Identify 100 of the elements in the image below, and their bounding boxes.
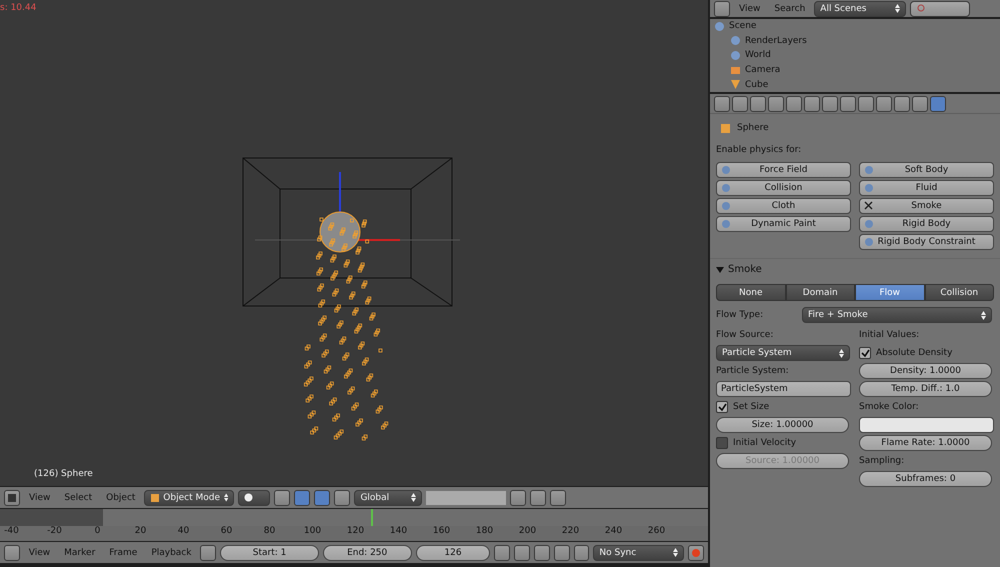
checkbox-label: Absolute Density (876, 347, 952, 360)
physics-button[interactable]: Fluid (859, 180, 994, 196)
mesh-icon (730, 79, 741, 90)
start-frame-field[interactable]: Start: 1 (220, 544, 319, 560)
search-icon (916, 4, 926, 13)
editor-type-button[interactable] (714, 0, 730, 16)
context-tab[interactable] (876, 96, 892, 112)
editor-type-button[interactable] (4, 490, 20, 506)
menu-item[interactable]: View (734, 4, 766, 14)
jump-start-button[interactable] (494, 544, 510, 560)
checkbox-label: Initial Velocity (733, 437, 796, 450)
checkbox-label: Set Size (733, 401, 770, 414)
pause-button[interactable] (534, 544, 550, 560)
scene-filter-dropdown[interactable]: All Scenes (814, 0, 906, 16)
mode-dropdown[interactable]: Object Mode (144, 490, 234, 506)
context-tab[interactable] (840, 96, 856, 112)
record-button[interactable] (688, 544, 704, 560)
field-label: Particle System: (716, 365, 790, 378)
snap-button[interactable] (530, 490, 546, 506)
menu-item[interactable]: View (24, 548, 56, 558)
sync-dropdown[interactable]: No Sync (593, 544, 684, 560)
ruler-tick: 0 (94, 526, 102, 538)
tree-item[interactable]: World (745, 50, 771, 60)
context-tab[interactable] (732, 96, 748, 112)
cube-icon (150, 492, 160, 502)
editor-type-button[interactable] (714, 96, 730, 112)
particle-system-field[interactable]: ParticleSystem (716, 381, 851, 397)
menu-item[interactable]: Select (59, 492, 98, 502)
forward-button[interactable] (554, 544, 570, 560)
menu-item[interactable]: Frame (104, 548, 142, 558)
tree-item[interactable]: Camera (745, 65, 780, 76)
context-tab[interactable] (804, 96, 820, 112)
updown-arrows-icon (411, 493, 416, 502)
ruler-tick: 160 (432, 526, 452, 538)
context-tab[interactable] (912, 96, 928, 112)
translate-button[interactable] (314, 490, 330, 506)
smoke-type-tab[interactable]: Flow (855, 284, 924, 301)
physics-button[interactable]: Soft Body (859, 162, 994, 178)
color-swatch[interactable] (859, 417, 994, 433)
ruler-tick: 80 (262, 526, 276, 538)
context-tab[interactable] (930, 96, 946, 112)
rewind-button[interactable] (514, 544, 530, 560)
close-icon (864, 201, 873, 210)
physics-button[interactable]: Force Field (716, 162, 851, 178)
smoke-type-tab[interactable]: Collision (924, 284, 994, 301)
number-field[interactable]: Temp. Diff.: 1.0 (859, 381, 992, 397)
smoke-type-tab[interactable]: Domain (786, 284, 855, 301)
context-tab[interactable] (858, 96, 874, 112)
menu-item[interactable]: Marker (59, 548, 100, 558)
fps-readout: s: 10.44 (0, 3, 36, 13)
render-button[interactable] (550, 490, 566, 506)
current-frame-field[interactable]: 126 (416, 544, 490, 560)
editor-type-button[interactable] (4, 544, 20, 560)
physics-button[interactable]: Cloth (716, 198, 851, 214)
field-label: Initial Values: (859, 329, 920, 342)
number-field[interactable]: Density: 1.0000 (859, 363, 992, 379)
layer-button[interactable] (510, 490, 526, 506)
jump-end-button[interactable] (574, 544, 590, 560)
pivot-button[interactable] (274, 490, 290, 506)
context-tab[interactable] (822, 96, 838, 112)
checkbox[interactable] (716, 401, 728, 413)
physics-button[interactable]: Dynamic Paint (716, 216, 851, 232)
context-tab[interactable] (786, 96, 802, 112)
breadcrumb: Sphere (737, 122, 769, 135)
object-label: (126) Sphere (34, 469, 93, 479)
physics-button[interactable]: Rigid Body (859, 216, 994, 232)
context-tab[interactable] (894, 96, 910, 112)
end-frame-field[interactable]: End: 250 (322, 544, 412, 560)
number-field[interactable]: Size: 1.00000 (716, 417, 849, 433)
preview-range-button[interactable] (200, 544, 216, 560)
context-tab[interactable] (768, 96, 784, 112)
physics-button[interactable]: Smoke (859, 198, 994, 214)
menu-item[interactable]: Search (769, 4, 810, 14)
tree-item[interactable]: Scene (729, 21, 756, 32)
number-field[interactable]: Subframes: 0 (859, 471, 992, 487)
shading-dropdown[interactable] (238, 490, 270, 506)
tree-item[interactable]: Cube (745, 80, 768, 90)
field-label: Sampling: (859, 455, 906, 468)
checkbox[interactable] (716, 437, 728, 449)
ruler-tick: 200 (518, 526, 538, 538)
checkbox[interactable] (859, 347, 871, 359)
search-field[interactable] (910, 0, 970, 16)
expanded-triangle-icon[interactable] (716, 266, 724, 274)
camera-icon (730, 64, 741, 76)
tree-item[interactable]: RenderLayers (745, 36, 807, 46)
physics-button[interactable]: Rigid Body Constraint (859, 234, 994, 250)
manipulator-button[interactable] (294, 490, 310, 506)
context-tab[interactable] (750, 96, 766, 112)
flow-type-dropdown[interactable]: Fire + Smoke (802, 307, 992, 323)
orientation-dropdown[interactable]: Global (354, 490, 422, 506)
ruler-tick: 40 (176, 526, 190, 538)
menu-item[interactable]: View (24, 492, 56, 502)
smoke-type-tab[interactable]: None (716, 284, 786, 301)
menu-item[interactable]: Playback (146, 548, 196, 558)
number-field[interactable]: Flame Rate: 1.0000 (859, 435, 992, 451)
ruler-tick: 180 (474, 526, 494, 538)
rotate-button[interactable] (334, 490, 350, 506)
menu-item[interactable]: Object (101, 492, 140, 502)
physics-button[interactable]: Collision (716, 180, 851, 196)
source-dropdown[interactable]: Particle System (716, 345, 850, 361)
